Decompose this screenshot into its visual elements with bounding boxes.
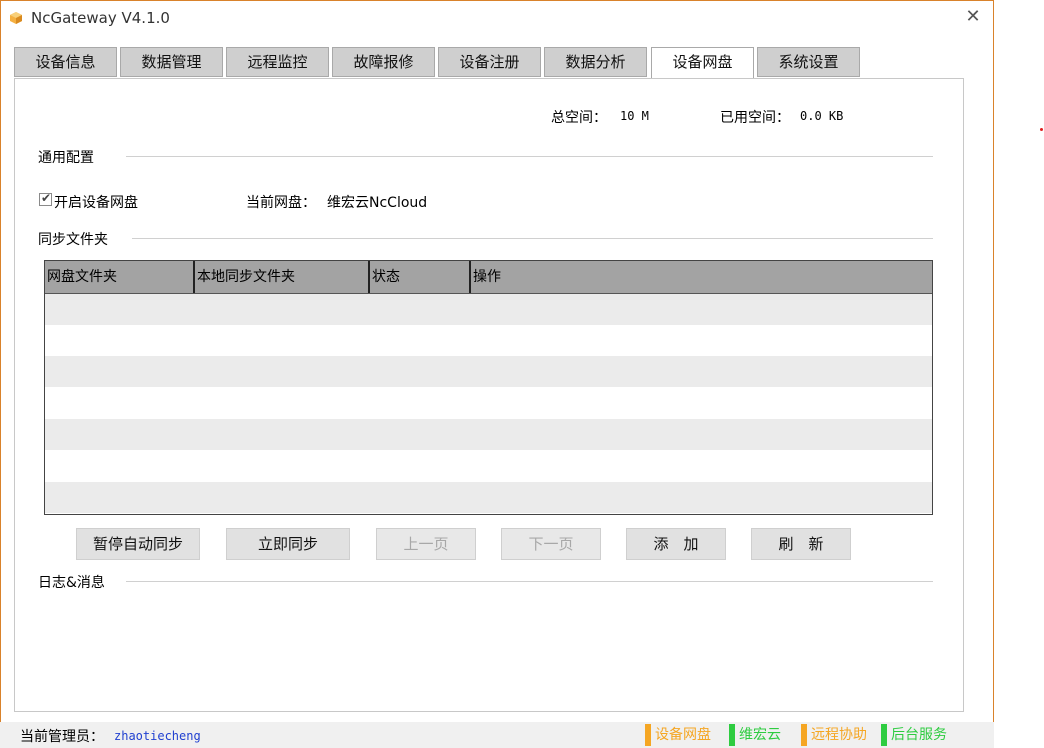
- tab-device-info[interactable]: 设备信息: [14, 47, 117, 77]
- log-messages-divider: [126, 581, 933, 582]
- log-messages-title: 日志&消息: [38, 575, 105, 591]
- table-row: [45, 294, 932, 325]
- current-disk-label: 当前网盘：: [246, 195, 316, 211]
- marker-dot: [1040, 128, 1043, 131]
- table-row: [45, 388, 932, 419]
- sync-folder-divider: [132, 238, 933, 239]
- status-netdisk-label: 设备网盘: [655, 727, 711, 743]
- status-indicator-icon: [729, 724, 735, 746]
- general-config-title: 通用配置: [38, 150, 94, 166]
- column-header-netdisk-folder[interactable]: 网盘文件夹: [45, 261, 195, 293]
- status-indicator-icon: [801, 724, 807, 746]
- column-header-status[interactable]: 状态: [368, 261, 469, 293]
- previous-page-button[interactable]: 上一页: [376, 528, 476, 560]
- refresh-button[interactable]: 刷 新: [751, 528, 851, 560]
- next-page-button[interactable]: 下一页: [501, 528, 601, 560]
- tab-device-netdisk[interactable]: 设备网盘: [651, 47, 754, 79]
- tab-system-settings[interactable]: 系统设置: [757, 47, 860, 77]
- table-row: [45, 451, 932, 482]
- status-background-service-label: 后台服务: [891, 727, 947, 743]
- status-remote-assist-label: 远程协助: [811, 727, 867, 743]
- title-bar: NcGateway V4.1.0 ✕: [1, 1, 995, 37]
- sync-now-button[interactable]: 立即同步: [226, 528, 350, 560]
- current-admin-label: 当前管理员：: [20, 729, 104, 745]
- total-space-value: 10 M: [620, 109, 649, 123]
- column-header-local-folder[interactable]: 本地同步文件夹: [193, 261, 370, 293]
- table-row: [45, 356, 932, 387]
- tab-data-analysis[interactable]: 数据分析: [544, 47, 647, 77]
- column-header-action[interactable]: 操作: [469, 261, 932, 293]
- app-logo-icon: [10, 12, 22, 24]
- tab-fault-report[interactable]: 故障报修: [332, 47, 435, 77]
- status-indicator-icon: [645, 724, 651, 746]
- status-indicator-icon: [881, 724, 887, 746]
- current-disk-value: 维宏云NcCloud: [327, 195, 428, 211]
- status-netdisk[interactable]: 设备网盘: [645, 724, 711, 746]
- general-config-divider: [126, 156, 933, 157]
- tab-device-register[interactable]: 设备注册: [438, 47, 541, 77]
- enable-netdisk-checkbox[interactable]: ✔: [39, 191, 52, 206]
- status-background-service[interactable]: 后台服务: [881, 724, 947, 746]
- used-space-value: 0.0 KB: [800, 109, 844, 123]
- table-header: 网盘文件夹 本地同步文件夹 状态 操作: [45, 261, 932, 294]
- close-icon[interactable]: ✕: [963, 7, 983, 27]
- total-space-label: 总空间：: [551, 110, 607, 126]
- window-title: NcGateway V4.1.0: [31, 9, 170, 27]
- used-space-label: 已用空间：: [720, 110, 790, 126]
- tab-data-management[interactable]: 数据管理: [120, 47, 223, 77]
- sync-folder-title: 同步文件夹: [38, 232, 108, 248]
- tab-remote-monitor[interactable]: 远程监控: [226, 47, 329, 77]
- enable-netdisk-label[interactable]: 开启设备网盘: [54, 192, 138, 212]
- status-remote-assist[interactable]: 远程协助: [801, 724, 867, 746]
- status-cloud[interactable]: 维宏云: [729, 724, 781, 746]
- table-row: [45, 325, 932, 356]
- table-row: [45, 419, 932, 450]
- table-row: [45, 482, 932, 513]
- checkmark-icon: ✔: [41, 191, 52, 205]
- current-admin-name: zhaotiecheng: [114, 729, 201, 743]
- pause-auto-sync-button[interactable]: 暂停自动同步: [76, 528, 200, 560]
- status-cloud-label: 维宏云: [739, 727, 781, 743]
- sync-folder-table[interactable]: 网盘文件夹 本地同步文件夹 状态 操作: [44, 260, 933, 515]
- add-button[interactable]: 添 加: [626, 528, 726, 560]
